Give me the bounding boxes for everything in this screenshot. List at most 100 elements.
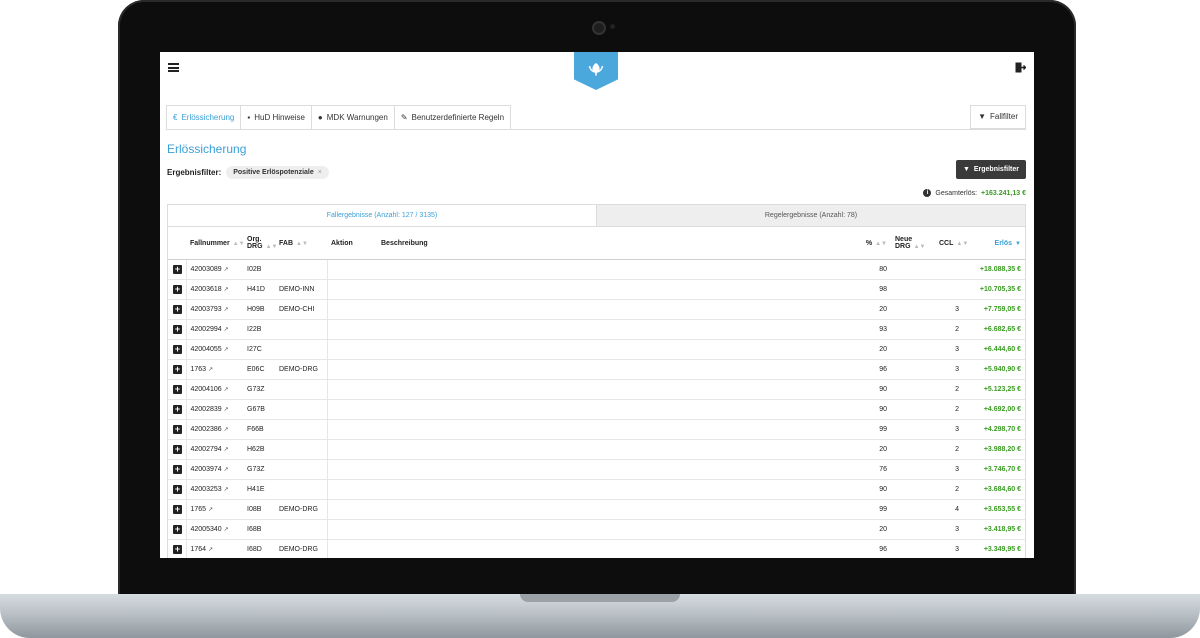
ergebnisfilter-button[interactable]: ▼ Ergebnisfilter [955,160,1026,179]
column-header-ccl[interactable]: CCL ▲▼ [935,227,968,260]
expand-plus-icon[interactable]: + [173,445,182,454]
table-row[interactable]: +42002994 ↗ I22B 93 2 +6.682,65 € [168,319,1025,340]
hamburger-menu-icon[interactable] [168,63,179,72]
fallnummer-cell[interactable]: 1764 ↗ [186,539,243,558]
tab-mdk-warnungen[interactable]: ● MDK Warnungen [310,105,395,129]
expand-cell: + [168,259,187,280]
column-header-erloes[interactable]: Erlös ▼ [963,227,1025,260]
external-link-icon[interactable]: ↗ [224,347,229,353]
fallnummer-cell[interactable]: 1765 ↗ [186,499,243,520]
expand-cell: + [168,299,187,320]
fallnummer-cell[interactable]: 42004055 ↗ [186,339,243,360]
logout-icon[interactable] [1015,62,1026,73]
tab-regelergebnisse[interactable]: Regelergebnisse (Anzahl: 78) [596,205,1025,226]
fallnummer-cell[interactable]: 42002794 ↗ [186,439,243,460]
expand-plus-icon[interactable]: + [173,365,182,374]
percent-cell: 80 [851,259,891,280]
fallfilter-button[interactable]: ▼ Fallfilter [970,105,1026,129]
expand-plus-icon[interactable]: + [173,545,182,554]
external-link-icon[interactable]: ↗ [224,307,229,313]
neue-drg-cell [891,299,935,320]
sort-icon: ▲▼ [875,240,887,247]
expand-plus-icon[interactable]: + [173,405,182,414]
fallnummer-cell[interactable]: 42002994 ↗ [186,319,243,340]
expand-plus-icon[interactable]: + [173,525,182,534]
expand-plus-icon[interactable]: + [173,285,182,294]
expand-plus-icon[interactable]: + [173,385,182,394]
table-row[interactable]: +42003253 ↗ H41E 90 2 +3.684,60 € [168,479,1025,500]
external-link-icon[interactable]: ↗ [224,447,229,453]
table-row[interactable]: +42003974 ↗ G73Z 76 3 +3.746,70 € [168,459,1025,480]
column-header-neue-drg[interactable]: Neue DRG ▲▼ [891,227,935,260]
external-link-icon[interactable]: ↗ [224,327,229,333]
total-value: +163.241,13 € [981,189,1026,197]
neue-drg-cell [891,439,935,460]
org-drg-cell: I08B [243,499,275,520]
expand-plus-icon[interactable]: + [173,465,182,474]
filter-chip[interactable]: Positive Erlöspotenziale × [226,166,329,179]
fallnummer-cell[interactable]: 42003253 ↗ [186,479,243,500]
external-link-icon[interactable]: ↗ [224,407,229,413]
aktion-cell [327,259,377,280]
external-link-icon[interactable]: ↗ [224,267,229,273]
percent-cell: 76 [851,459,891,480]
beschreibung-cell [377,259,851,280]
fab-cell [275,259,328,280]
table-row[interactable]: +42005340 ↗ I68B 20 3 +3.418,95 € [168,519,1025,540]
fallnummer-cell[interactable]: 42003089 ↗ [186,259,243,280]
column-header-aktion: Aktion [327,227,377,260]
column-header-fab[interactable]: FAB ▲▼ [275,227,327,260]
fallnummer-cell[interactable]: 42005340 ↗ [186,519,243,540]
fallnummer-cell[interactable]: 42002386 ↗ [186,419,243,440]
fab-cell: DEMO-INN [275,279,328,300]
tab-erloessicherung[interactable]: € Erlössicherung [166,105,242,129]
external-link-icon[interactable]: ↗ [224,487,229,493]
tab-benutzerdefinierte-regeln[interactable]: ✎ Benutzerdefinierte Regeln [393,105,512,129]
fallnummer-cell[interactable]: 42003618 ↗ [186,279,243,300]
org-drg-cell: H62B [243,439,275,460]
sort-icon: ▲▼ [913,244,926,250]
ccl-cell: 2 [935,319,963,340]
external-link-icon[interactable]: ↗ [208,547,213,553]
expand-plus-icon[interactable]: + [173,325,182,334]
fallnummer-cell[interactable]: 42002839 ↗ [186,399,243,420]
table-row[interactable]: +42004055 ↗ I27C 20 3 +6.444,60 € [168,339,1025,360]
external-link-icon[interactable]: ↗ [224,527,229,533]
expand-plus-icon[interactable]: + [173,505,182,514]
external-link-icon[interactable]: ↗ [224,467,229,473]
expand-plus-icon[interactable]: + [173,265,182,274]
external-link-icon[interactable]: ↗ [224,427,229,433]
expand-plus-icon[interactable]: + [173,305,182,314]
tab-fallergebnisse[interactable]: Fallergebnisse (Anzahl: 127 / 3135) [168,205,596,226]
column-header-fallnummer[interactable]: Fallnummer ▲▼ [186,227,245,260]
external-link-icon[interactable]: ↗ [224,287,229,293]
table-row[interactable]: +42003089 ↗ I02B 80 +18.088,35 € [168,259,1025,280]
table-row[interactable]: +42002839 ↗ G67B 90 2 +4.692,00 € [168,399,1025,420]
fallnummer-cell[interactable]: 42003974 ↗ [186,459,243,480]
table-row[interactable]: +42003793 ↗ H09B DEMO-CHI 20 3 +7.759,05 € [168,299,1025,320]
external-link-icon[interactable]: ↗ [208,367,213,373]
table-row[interactable]: +1765 ↗ I08B DEMO-DRG 99 4 +3.653,55 € [168,499,1025,520]
external-link-icon[interactable]: ↗ [208,507,213,513]
external-link-icon[interactable]: ↗ [224,387,229,393]
table-row[interactable]: +42003618 ↗ H41D DEMO-INN 98 +10.705,35 € [168,279,1025,300]
tab-hud-hinweise[interactable]: ▪ HuD Hinweise [240,105,312,129]
fallnummer-cell[interactable]: 42004106 ↗ [186,379,243,400]
table-row[interactable]: +1764 ↗ I68D DEMO-DRG 96 3 +3.349,95 € [168,539,1025,558]
fallnummer-cell[interactable]: 42003793 ↗ [186,299,243,320]
table-row[interactable]: +42002794 ↗ H62B 20 2 +3.988,20 € [168,439,1025,460]
column-header-org-drg[interactable]: Org. DRG ▲▼ [243,227,277,260]
fab-cell: DEMO-DRG [275,499,328,520]
beschreibung-cell [377,539,851,558]
table-row[interactable]: +1763 ↗ E06C DEMO-DRG 96 3 +5.940,90 € [168,359,1025,380]
beschreibung-cell [377,399,851,420]
close-icon[interactable]: × [318,169,322,176]
expand-cell: + [168,359,187,380]
table-row[interactable]: +42002386 ↗ F66B 99 3 +4.298,70 € [168,419,1025,440]
expand-plus-icon[interactable]: + [173,485,182,494]
table-row[interactable]: +42004106 ↗ G73Z 90 2 +5.123,25 € [168,379,1025,400]
column-header-percent[interactable]: % ▲▼ [851,227,891,260]
expand-plus-icon[interactable]: + [173,345,182,354]
fallnummer-cell[interactable]: 1763 ↗ [186,359,243,380]
expand-plus-icon[interactable]: + [173,425,182,434]
